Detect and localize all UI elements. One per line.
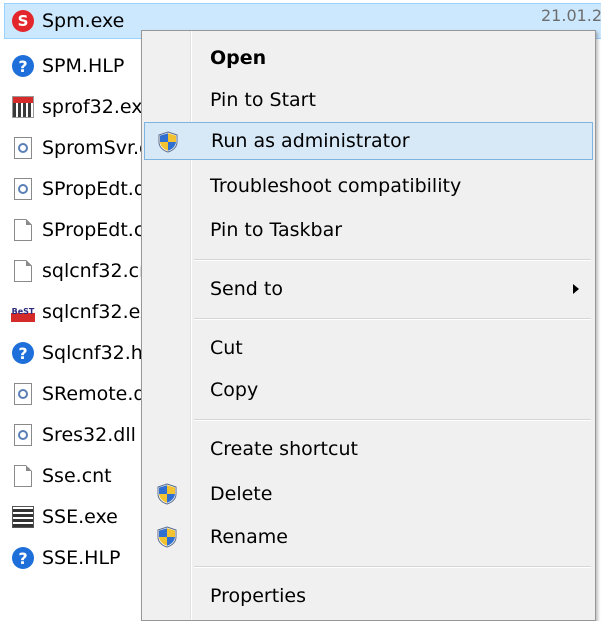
file-name: Spm.exe — [42, 10, 125, 32]
menu-item-create-shortcut[interactable]: Create shortcut — [144, 430, 593, 468]
menu-item-rename[interactable]: Rename — [144, 518, 593, 556]
menu-item-label: Rename — [210, 526, 288, 548]
menu-item-label: Open — [210, 47, 267, 69]
sse-app-icon — [10, 504, 36, 530]
file-name: SPM.HLP — [42, 55, 125, 77]
file-name: sprof32.exe — [42, 96, 154, 118]
menu-item-send-to[interactable]: Send to — [144, 270, 593, 308]
menu-item-label: Pin to Start — [210, 89, 316, 111]
file-name: Sres32.dll — [42, 424, 136, 446]
menu-item-cut[interactable]: Cut — [144, 329, 593, 367]
file-name: SSE.exe — [42, 506, 118, 528]
menu-item-label: Troubleshoot compatibility — [210, 175, 462, 197]
menu-item-run-as-administrator[interactable]: Run as administrator — [144, 122, 593, 160]
menu-item-label: Cut — [210, 337, 243, 359]
document-icon — [10, 217, 36, 243]
dll-file-icon — [10, 135, 36, 161]
submenu-arrow-icon — [573, 284, 579, 294]
context-menu: Open Pin to Start Run as administrator T… — [141, 30, 596, 621]
document-icon — [10, 463, 36, 489]
menu-separator — [194, 259, 591, 261]
menu-item-label: Pin to Taskbar — [210, 219, 343, 241]
menu-item-troubleshoot-compatibility[interactable]: Troubleshoot compatibility — [144, 167, 593, 205]
help-file-icon: ? — [10, 545, 36, 571]
document-icon — [10, 258, 36, 284]
dll-file-icon — [10, 381, 36, 407]
file-date: 21.01.2 — [541, 6, 601, 25]
menu-separator — [194, 318, 591, 320]
menu-item-pin-to-taskbar[interactable]: Pin to Taskbar — [144, 211, 593, 249]
uac-shield-icon — [156, 526, 178, 548]
dll-file-icon — [10, 176, 36, 202]
file-name: Sse.cnt — [42, 465, 112, 487]
menu-item-delete[interactable]: Delete — [144, 475, 593, 513]
spm-app-icon: S — [10, 8, 36, 34]
menu-item-pin-to-start[interactable]: Pin to Start — [144, 81, 593, 119]
menu-item-label: Properties — [210, 585, 307, 607]
menu-separator — [194, 566, 591, 568]
file-name: SRemote.dll — [42, 383, 157, 405]
help-file-icon: ? — [10, 340, 36, 366]
uac-shield-icon — [156, 483, 178, 505]
menu-item-label: Delete — [210, 483, 273, 505]
menu-item-label: Create shortcut — [210, 438, 358, 460]
menu-item-label: Send to — [210, 278, 283, 300]
menu-separator — [194, 419, 591, 421]
file-name: SSE.HLP — [42, 547, 121, 569]
uac-shield-icon — [157, 131, 179, 153]
best-app-icon: BeST — [10, 299, 36, 325]
menu-item-label: Run as administrator — [211, 130, 410, 152]
menu-item-properties[interactable]: Properties — [144, 577, 593, 615]
help-file-icon: ? — [10, 53, 36, 79]
sprof-app-icon — [10, 94, 36, 120]
menu-item-copy[interactable]: Copy — [144, 371, 593, 409]
menu-item-label: Copy — [210, 379, 259, 401]
dll-file-icon — [10, 422, 36, 448]
file-name: SPropEdt.dll — [42, 178, 157, 200]
menu-item-open[interactable]: Open — [144, 39, 593, 77]
